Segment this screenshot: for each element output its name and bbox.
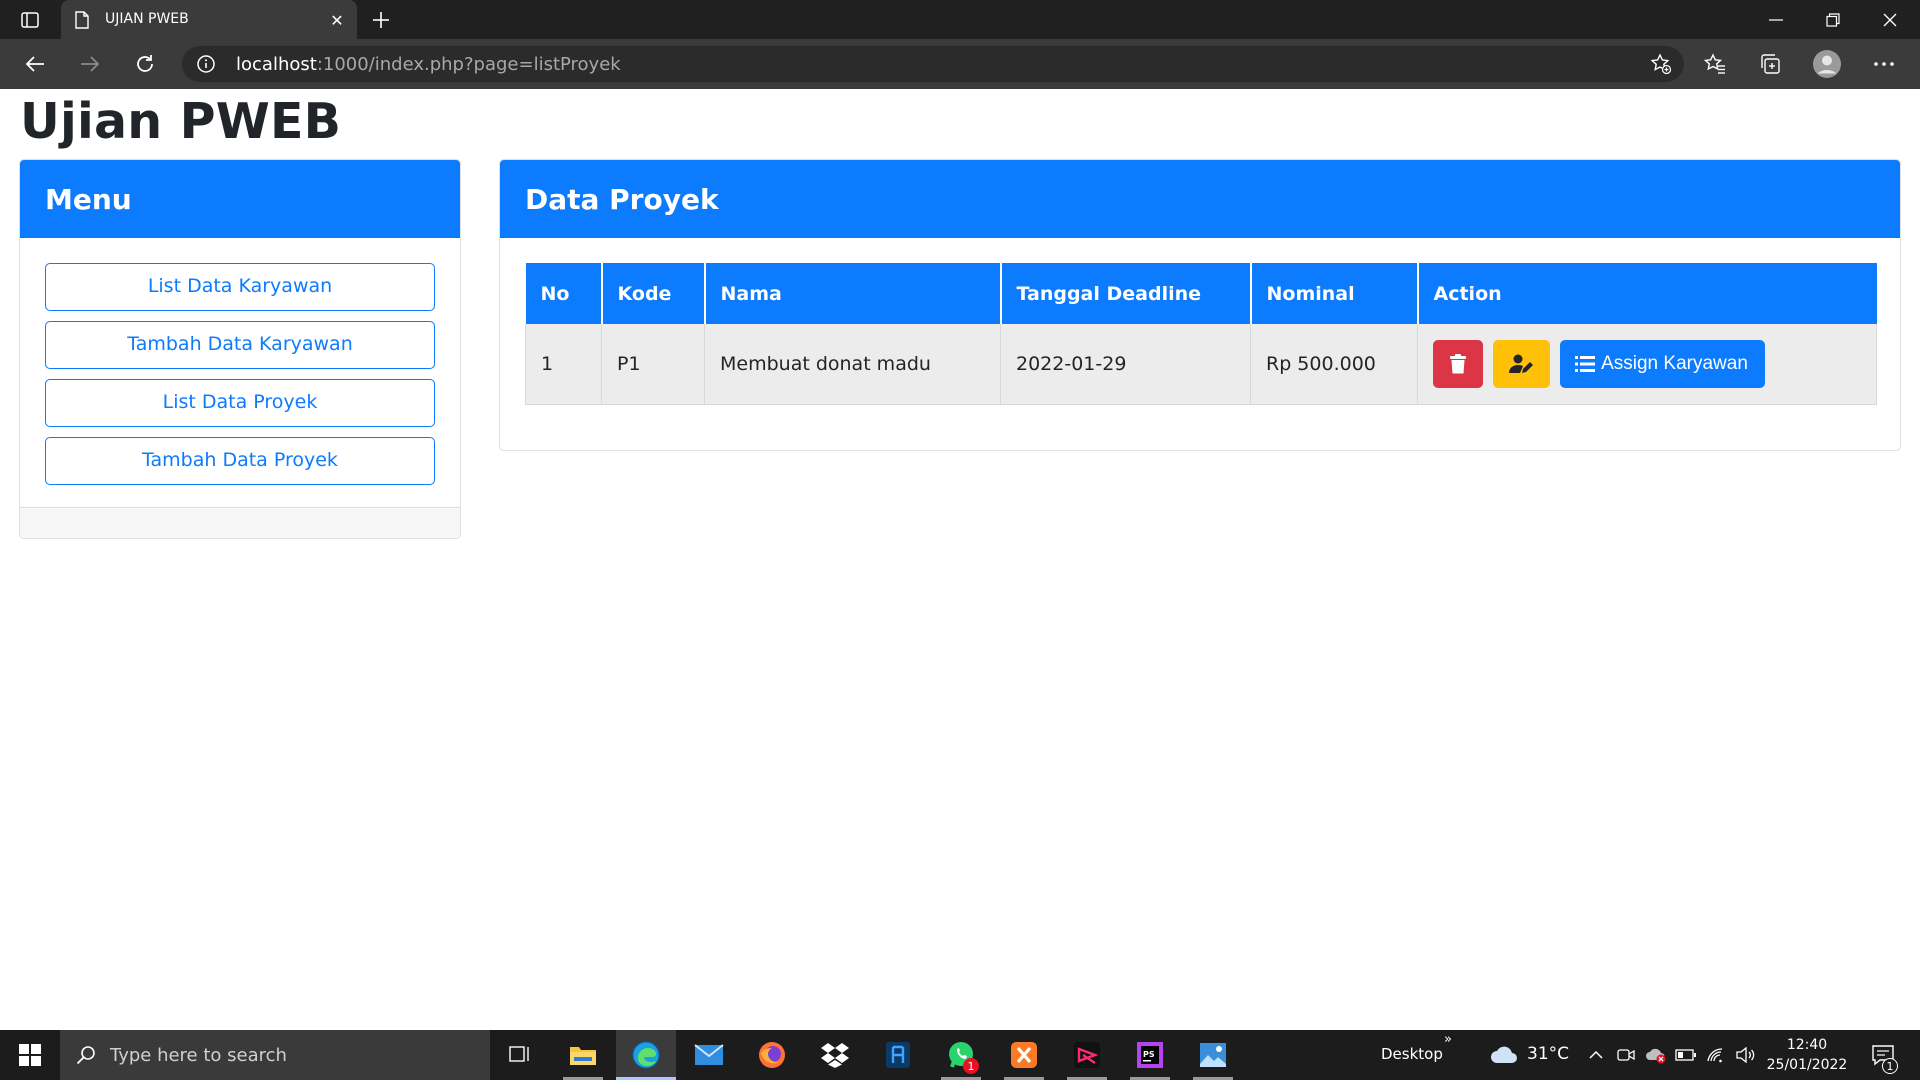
tab-close-icon[interactable]: ✕ (325, 8, 349, 32)
data-proyek-body: No Kode Nama Tanggal Deadline Nominal Ac… (500, 238, 1900, 430)
column-header-nama: Nama (704, 263, 1002, 324)
address-url[interactable]: localhost:1000/index.php?page=listProyek (236, 54, 621, 75)
add-favorite-icon[interactable] (1648, 52, 1674, 76)
column-header-no: No (525, 263, 603, 324)
tab-title: UJIAN PWEB (105, 11, 189, 27)
projects-table: No Kode Nama Tanggal Deadline Nominal Ac… (525, 263, 1877, 405)
toolbar-expand-chevron-icon[interactable]: » (1444, 1032, 1452, 1047)
menu-footer (20, 507, 460, 538)
file-explorer-icon[interactable] (553, 1030, 613, 1080)
cell-kode: P1 (601, 324, 705, 405)
code-editor-icon[interactable] (868, 1030, 928, 1080)
back-arrow-icon[interactable] (18, 47, 52, 81)
restore-icon[interactable] (1813, 5, 1853, 35)
close-window-icon[interactable] (1870, 5, 1910, 35)
menu-body: List Data Karyawan Tambah Data Karyawan … (20, 238, 460, 520)
firefox-icon[interactable] (742, 1030, 802, 1080)
list-icon (1575, 355, 1596, 372)
more-options-icon[interactable] (1867, 47, 1901, 81)
data-proyek-title: Data Proyek (525, 182, 719, 216)
menu-list-karyawan-button[interactable]: List Data Karyawan (45, 263, 435, 311)
address-bar[interactable]: localhost:1000/index.php?page=listProyek (182, 46, 1684, 82)
column-header-nominal: Nominal (1250, 263, 1419, 324)
volume-icon[interactable] (1734, 1043, 1758, 1067)
edge-browser-icon[interactable] (616, 1030, 676, 1080)
meet-now-icon[interactable] (1614, 1043, 1638, 1067)
menu-list-proyek-button[interactable]: List Data Proyek (45, 379, 435, 427)
page-title: Ujian PWEB (20, 93, 342, 150)
battery-icon[interactable] (1674, 1043, 1698, 1067)
page-document-icon (73, 10, 91, 30)
trash-icon (1450, 353, 1466, 374)
cell-action: Assign Karyawan (1417, 324, 1877, 405)
windows-start-icon[interactable] (0, 1030, 60, 1080)
assign-karyawan-button[interactable]: Assign Karyawan (1560, 339, 1765, 388)
profile-avatar-icon[interactable] (1810, 47, 1844, 81)
desktop-toolbar-label[interactable]: Desktop (1381, 1045, 1443, 1063)
taskbar-clock[interactable]: 12:40 25/01/2022 (1762, 1035, 1852, 1075)
svg-text:PS: PS (1143, 1050, 1155, 1059)
site-info-icon[interactable] (196, 54, 216, 74)
menu-title: Menu (45, 182, 132, 216)
column-header-tanggal-deadline: Tanggal Deadline (1000, 263, 1252, 324)
assign-karyawan-label: Assign Karyawan (1601, 352, 1748, 374)
data-proyek-header: Data Proyek (500, 160, 1900, 238)
whatsapp-badge: 1 (963, 1058, 979, 1074)
user-edit-icon (1508, 354, 1533, 373)
collections-icon[interactable] (1753, 47, 1787, 81)
data-proyek-card: Data Proyek No Kode Nama Tanggal Deadlin… (499, 159, 1901, 451)
onedrive-error-icon[interactable] (1644, 1043, 1668, 1067)
notification-count-badge: 1 (1882, 1058, 1898, 1074)
task-view-icon[interactable] (490, 1030, 550, 1080)
menu-header: Menu (20, 160, 460, 238)
cell-nama: Membuat donat madu (704, 324, 1001, 405)
forward-arrow-icon[interactable] (73, 47, 107, 81)
delete-button[interactable] (1433, 339, 1483, 388)
app-launcher-icon[interactable] (1057, 1030, 1117, 1080)
tab-actions-icon[interactable] (12, 7, 48, 33)
cell-deadline: 2022-01-29 (1000, 324, 1251, 405)
new-tab-icon[interactable] (366, 7, 396, 33)
windows-taskbar: Type here to search 1 PS Desktop » 31°C (0, 1030, 1920, 1080)
search-placeholder: Type here to search (110, 1045, 287, 1066)
taskbar-search-box[interactable]: Type here to search (60, 1030, 490, 1080)
refresh-icon[interactable] (128, 47, 162, 81)
column-header-action: Action (1417, 263, 1877, 324)
address-path: :1000/index.php?page=listProyek (316, 54, 621, 75)
chevron-up-icon[interactable] (1584, 1043, 1608, 1067)
photos-icon[interactable] (1183, 1030, 1243, 1080)
menu-tambah-karyawan-button[interactable]: Tambah Data Karyawan (45, 321, 435, 369)
dropbox-icon[interactable] (805, 1030, 865, 1080)
browser-tab-active[interactable]: UJIAN PWEB ✕ (61, 0, 357, 39)
menu-tambah-proyek-button[interactable]: Tambah Data Proyek (45, 437, 435, 485)
favorites-icon[interactable] (1698, 47, 1732, 81)
edit-user-button[interactable] (1493, 339, 1551, 388)
column-header-kode: Kode (601, 263, 706, 324)
table-row: 1 P1 Membuat donat madu 2022-01-29 Rp 50… (525, 324, 1877, 405)
table-header-row: No Kode Nama Tanggal Deadline Nominal Ac… (525, 263, 1877, 324)
search-icon (74, 1043, 98, 1067)
wifi-icon[interactable] (1704, 1043, 1728, 1067)
phpstorm-icon[interactable]: PS (1120, 1030, 1180, 1080)
whatsapp-icon[interactable]: 1 (931, 1030, 991, 1080)
mail-icon[interactable] (679, 1030, 739, 1080)
address-host: localhost (236, 54, 317, 75)
browser-tab-bar: UJIAN PWEB ✕ (0, 0, 1920, 39)
xampp-icon[interactable] (994, 1030, 1054, 1080)
clock-date: 25/01/2022 (1766, 1057, 1848, 1073)
cell-nominal: Rp 500.000 (1250, 324, 1418, 405)
minimize-icon[interactable] (1756, 5, 1796, 35)
browser-toolbar: localhost:1000/index.php?page=listProyek (0, 39, 1920, 89)
menu-card: Menu List Data Karyawan Tambah Data Kary… (19, 159, 461, 539)
weather-cloud-icon[interactable] (1490, 1043, 1518, 1067)
weather-temperature[interactable]: 31°C (1527, 1044, 1569, 1064)
clock-time: 12:40 (1786, 1037, 1828, 1053)
cell-no: 1 (525, 324, 602, 405)
